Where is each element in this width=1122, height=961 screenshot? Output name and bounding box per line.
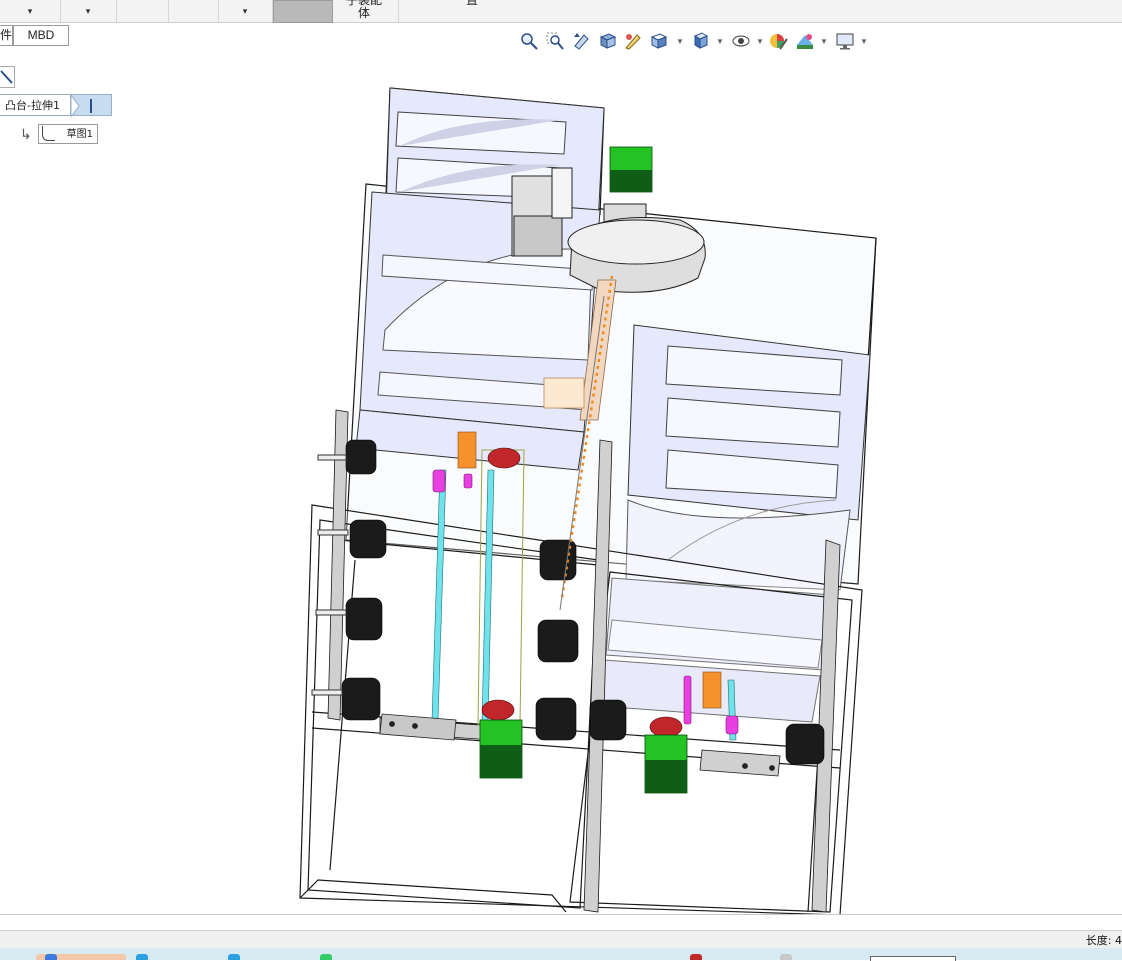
zoom-area-icon[interactable]	[544, 30, 566, 52]
chevron-down-icon[interactable]: ▼	[676, 37, 684, 46]
taskbar-search-box[interactable]	[870, 956, 956, 961]
chevron-down-icon[interactable]: ▼	[716, 37, 724, 46]
feature-label: 凸台-拉伸1	[0, 94, 72, 116]
ribbon-cell-3[interactable]	[116, 0, 169, 22]
tree-branch-icon: ↳	[20, 126, 32, 142]
hide-show-items-icon[interactable]	[730, 30, 752, 52]
feature-extrude-boss[interactable]: 凸台-拉伸1	[0, 93, 112, 119]
chevron-down-icon: ▾	[242, 6, 248, 16]
chevron-down-icon[interactable]: ▼	[820, 37, 828, 46]
section-view-icon[interactable]	[597, 30, 619, 52]
length-readout: 长度: 4	[1085, 934, 1122, 947]
chevron-down-icon[interactable]: ▼	[860, 37, 868, 46]
display-style-icon[interactable]	[690, 30, 712, 52]
feature-edit-arrow[interactable]	[70, 93, 112, 119]
taskbar-app-icon[interactable]	[320, 954, 332, 960]
ribbon-dropdown-1[interactable]: ▾	[0, 0, 61, 22]
previous-view-icon[interactable]	[571, 30, 593, 52]
zoom-to-fit-icon[interactable]	[518, 30, 540, 52]
taskbar-app-icon[interactable]	[228, 954, 240, 960]
chevron-down-icon: ▾	[85, 6, 91, 16]
ribbon-cell-4[interactable]	[168, 0, 219, 22]
graphics-viewport[interactable]	[0, 22, 1122, 914]
ribbon-instant-label: 子装配 体	[346, 0, 383, 20]
chevron-down-icon[interactable]: ▼	[756, 37, 764, 46]
chevron-down-icon: ▾	[27, 6, 33, 16]
ribbon-dropdown-5[interactable]: ▾	[218, 0, 273, 22]
taskbar-app-icon[interactable]	[136, 954, 148, 960]
os-taskbar	[0, 948, 1122, 961]
taskbar-solidworks-icon[interactable]	[690, 954, 702, 960]
status-bar	[0, 930, 1122, 949]
edit-appearance-icon[interactable]	[768, 30, 790, 52]
apply-scene-icon[interactable]	[794, 30, 816, 52]
ribbon-settings-label: 置	[466, 0, 479, 7]
view-settings-icon[interactable]	[834, 30, 856, 52]
ribbon-dropdown-2[interactable]: ▾	[60, 0, 117, 22]
taskbar-app-icon[interactable]	[780, 954, 792, 960]
sketch-tool-icon[interactable]	[0, 66, 15, 88]
ribbon-active-tool[interactable]	[273, 0, 333, 23]
sketch-icon	[42, 126, 55, 141]
upper-tray	[355, 191, 601, 471]
taskbar-app-icon[interactable]	[45, 954, 57, 960]
graphics-area-bottom-edge	[0, 914, 1122, 931]
command-ribbon: ▾ ▾ ▾ 子装配 体 置	[0, 0, 1122, 23]
view-orientation-icon[interactable]	[648, 30, 670, 52]
dynamic-annotation-icon[interactable]	[622, 30, 644, 52]
